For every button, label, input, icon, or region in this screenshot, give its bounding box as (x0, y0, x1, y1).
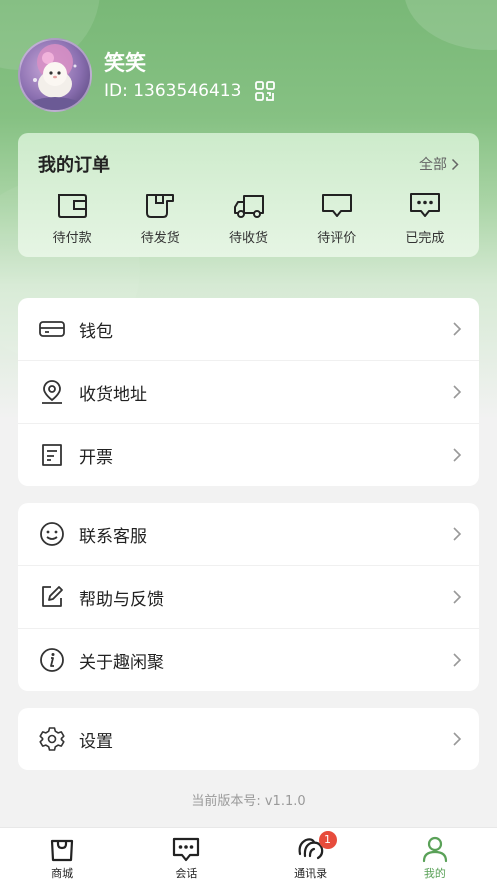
order-status-label: 已完成 (405, 231, 445, 246)
tab-label: 通讯录 (294, 867, 328, 880)
package-icon (146, 194, 175, 218)
tab-label: 我的 (423, 867, 446, 880)
qr-code-icon[interactable] (255, 81, 276, 101)
invoice-icon (38, 441, 66, 469)
menu-item-label: 设置 (79, 731, 113, 752)
order-status-pending-review[interactable]: 待评价 (293, 191, 381, 246)
order-status-label: 待评价 (317, 231, 357, 246)
menu-item-label: 联系客服 (79, 526, 147, 547)
order-status-completed[interactable]: 已完成 (381, 191, 469, 246)
tab-contacts[interactable]: 1 通讯录 (249, 828, 373, 884)
comment-icon (321, 194, 352, 217)
orders-all-link[interactable]: 全部 (419, 154, 459, 174)
person-icon (422, 836, 447, 863)
menu-item-label: 收货地址 (79, 384, 147, 405)
edit-icon (38, 583, 66, 611)
chevron-right-icon (451, 158, 459, 170)
chevron-right-icon (453, 385, 462, 399)
order-status-label: 待收货 (229, 231, 269, 246)
menu-group-settings: 设置 (18, 708, 479, 770)
bottom-tab-bar: 商城 会话 1 通讯录 我的 (0, 827, 497, 884)
orders-title: 我的订单 (38, 155, 110, 176)
menu-item-label: 关于趣闲聚 (79, 652, 164, 673)
menu-group-account: 钱包 收货地址 开票 (18, 298, 479, 486)
menu-item-about[interactable]: 关于趣闲聚 (18, 629, 479, 691)
order-status-pending-receipt[interactable]: 待收货 (204, 191, 292, 246)
chevron-right-icon (453, 653, 462, 667)
orders-all-label: 全部 (419, 157, 447, 173)
decor-bubble (404, 0, 497, 50)
chevron-right-icon (453, 732, 462, 746)
menu-item-label: 帮助与反馈 (79, 589, 164, 610)
wallet-icon (58, 194, 88, 218)
location-icon (38, 378, 66, 406)
chevron-right-icon (453, 322, 462, 336)
tab-chat[interactable]: 会话 (124, 828, 248, 884)
info-icon (38, 646, 66, 674)
order-status-label: 待发货 (140, 231, 180, 246)
smile-icon (38, 520, 66, 548)
menu-item-label: 开票 (79, 447, 113, 468)
user-nickname: 笑笑 (104, 51, 146, 75)
profile-header: 笑笑 ID: 1363546413 (18, 38, 276, 112)
card-icon (38, 315, 66, 343)
menu-item-invoice[interactable]: 开票 (18, 424, 479, 486)
menu-item-settings[interactable]: 设置 (18, 708, 479, 770)
tab-label: 会话 (175, 867, 198, 880)
avatar-image (30, 44, 80, 110)
tab-label: 商城 (51, 867, 74, 880)
chat-icon (173, 837, 200, 862)
gear-icon (38, 725, 66, 753)
my-orders-card: 我的订单 全部 待付款 待发货 待收货 待评价 已完成 (18, 133, 479, 257)
order-status-pending-payment[interactable]: 待付款 (28, 191, 116, 246)
order-status-pending-shipment[interactable]: 待发货 (116, 191, 204, 246)
chevron-right-icon (453, 448, 462, 462)
truck-icon (233, 195, 264, 218)
version-text: 当前版本号: v1.1.0 (191, 794, 306, 809)
chevron-right-icon (453, 527, 462, 541)
tab-shop[interactable]: 商城 (0, 828, 124, 884)
user-id: ID: 1363546413 (104, 81, 242, 101)
chevron-right-icon (453, 590, 462, 604)
tab-mine[interactable]: 我的 (373, 828, 497, 884)
avatar[interactable] (18, 38, 92, 112)
menu-item-wallet[interactable]: 钱包 (18, 298, 479, 361)
unread-badge: 1 (318, 831, 337, 849)
shop-bag-icon (51, 839, 74, 862)
menu-item-label: 钱包 (79, 321, 113, 342)
order-status-label: 待付款 (52, 231, 92, 246)
menu-item-customer-service[interactable]: 联系客服 (18, 503, 479, 566)
menu-item-help-feedback[interactable]: 帮助与反馈 (18, 566, 479, 629)
menu-item-address[interactable]: 收货地址 (18, 361, 479, 424)
menu-group-support: 联系客服 帮助与反馈 关于趣闲聚 (18, 503, 479, 691)
chat-dots-icon (409, 193, 440, 217)
